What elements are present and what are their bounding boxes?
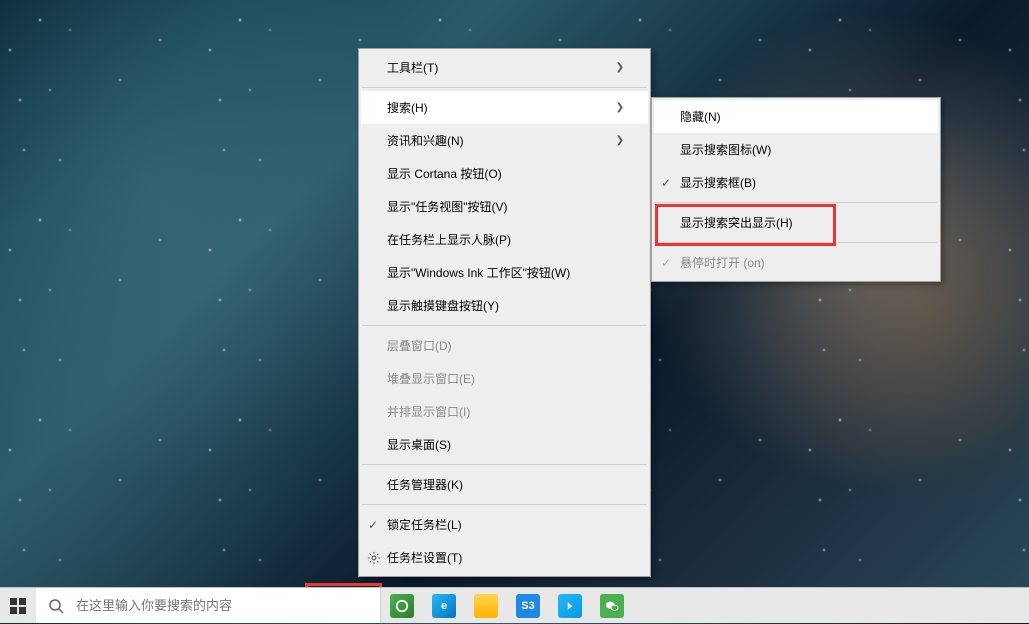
menu-label: 显示 Cortana 按钮(O)	[387, 165, 624, 182]
menu-label: 并排显示窗口(I)	[387, 403, 624, 420]
search-icon	[48, 598, 64, 614]
taskbar-app-360browser[interactable]	[381, 588, 423, 624]
menu-separator	[362, 325, 647, 326]
menu-separator	[362, 504, 647, 505]
taskbar: e S3	[0, 587, 1029, 623]
menu-separator	[655, 202, 937, 203]
chevron-right-icon: ❯	[616, 102, 624, 113]
menu-label: 显示搜索突出显示(H)	[680, 214, 914, 231]
menu-taskview-button[interactable]: 显示"任务视图"按钮(V)	[361, 190, 648, 223]
taskbar-pinned-apps: e S3	[381, 588, 633, 623]
taskbar-app-s3[interactable]: S3	[507, 588, 549, 624]
menu-toolbars[interactable]: 工具栏(T) ❯	[361, 51, 648, 84]
menu-separator	[362, 87, 647, 88]
menu-taskbar-settings[interactable]: 任务栏设置(T)	[361, 541, 648, 574]
taskbar-app-wechat[interactable]	[591, 588, 633, 624]
taskbar-app-edge[interactable]: e	[423, 588, 465, 624]
submenu-hover-open: ✓ 悬停时打开 (on)	[654, 246, 938, 279]
menu-label: 任务栏设置(T)	[387, 549, 624, 566]
check-icon: ✓	[661, 256, 671, 270]
chevron-right-icon: ❯	[616, 135, 624, 146]
submenu-hidden[interactable]: 隐藏(N)	[654, 100, 938, 133]
start-button[interactable]	[0, 588, 36, 623]
menu-label: 显示搜索框(B)	[680, 174, 914, 191]
app-icon	[390, 594, 414, 618]
app-icon	[558, 594, 582, 618]
menu-label: 隐藏(N)	[680, 108, 914, 125]
menu-news-interests[interactable]: 资讯和兴趣(N) ❯	[361, 124, 648, 157]
menu-cascade-windows: 层叠窗口(D)	[361, 329, 648, 362]
app-icon: S3	[516, 594, 540, 618]
gear-icon	[367, 551, 381, 565]
submenu-show-search-highlight[interactable]: 显示搜索突出显示(H)	[654, 206, 938, 239]
chevron-right-icon: ❯	[616, 62, 624, 73]
check-icon: ✓	[368, 518, 378, 532]
menu-people[interactable]: 在任务栏上显示人脉(P)	[361, 223, 648, 256]
wechat-icon	[600, 594, 624, 618]
menu-label: 显示"Windows Ink 工作区"按钮(W)	[387, 264, 624, 281]
menu-label: 锁定任务栏(L)	[387, 516, 624, 533]
menu-label: 显示触摸键盘按钮(Y)	[387, 297, 624, 314]
check-icon: ✓	[661, 176, 671, 190]
menu-label: 层叠窗口(D)	[387, 337, 624, 354]
menu-label: 在任务栏上显示人脉(P)	[387, 231, 624, 248]
menu-cortana-button[interactable]: 显示 Cortana 按钮(O)	[361, 157, 648, 190]
menu-separator	[655, 242, 937, 243]
menu-label: 显示"任务视图"按钮(V)	[387, 198, 624, 215]
app-icon: e	[432, 594, 456, 618]
taskbar-app-tencent[interactable]	[549, 588, 591, 624]
menu-label: 悬停时打开 (on)	[680, 254, 914, 271]
folder-icon	[474, 594, 498, 618]
submenu-show-search-icon[interactable]: 显示搜索图标(W)	[654, 133, 938, 166]
search-input[interactable]	[76, 598, 368, 613]
menu-task-manager[interactable]: 任务管理器(K)	[361, 468, 648, 501]
menu-separator	[362, 464, 647, 465]
submenu-show-search-box[interactable]: ✓ 显示搜索框(B)	[654, 166, 938, 199]
taskbar-context-menu: 工具栏(T) ❯ 搜索(H) ❯ 资讯和兴趣(N) ❯ 显示 Cortana 按…	[358, 48, 651, 577]
menu-windows-ink[interactable]: 显示"Windows Ink 工作区"按钮(W)	[361, 256, 648, 289]
menu-label: 工具栏(T)	[387, 59, 616, 76]
menu-label: 堆叠显示窗口(E)	[387, 370, 624, 387]
search-submenu: 隐藏(N) 显示搜索图标(W) ✓ 显示搜索框(B) 显示搜索突出显示(H) ✓…	[651, 97, 941, 282]
taskbar-app-file-explorer[interactable]	[465, 588, 507, 624]
menu-touch-keyboard[interactable]: 显示触摸键盘按钮(Y)	[361, 289, 648, 322]
menu-show-desktop[interactable]: 显示桌面(S)	[361, 428, 648, 461]
menu-label: 显示搜索图标(W)	[680, 141, 914, 158]
menu-lock-taskbar[interactable]: ✓ 锁定任务栏(L)	[361, 508, 648, 541]
taskbar-search-box[interactable]	[36, 588, 381, 623]
menu-label: 搜索(H)	[387, 99, 616, 116]
menu-label: 显示桌面(S)	[387, 436, 624, 453]
windows-logo-icon	[10, 598, 26, 614]
menu-search[interactable]: 搜索(H) ❯	[361, 91, 648, 124]
menu-label: 任务管理器(K)	[387, 476, 624, 493]
menu-side-by-side: 并排显示窗口(I)	[361, 395, 648, 428]
menu-label: 资讯和兴趣(N)	[387, 132, 616, 149]
menu-stack-windows: 堆叠显示窗口(E)	[361, 362, 648, 395]
